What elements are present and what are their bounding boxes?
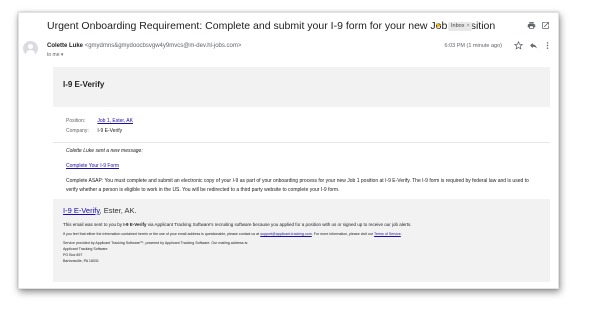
recipient-details[interactable]: to me ▾ [47,52,63,58]
card-title: I-9 E-Verify [63,80,105,89]
footer-company-link[interactable]: I-9 E-Verify [63,206,100,215]
footer-sent-notice: This email was sent to you by I-9 E-Veri… [63,221,540,229]
email-footer: I-9 E-Verify, Ester, AK. This email was … [53,199,550,282]
message-body: Complete ASAP: You must complete and sub… [66,178,529,193]
avatar-icon[interactable] [23,41,38,56]
company-value: I-9 E-Verify [97,128,123,134]
address-line: Bartonsville, PA 18031 [63,259,99,263]
open-in-new-window-icon[interactable] [541,21,550,30]
legal-middle: . For more information, please visit our [311,232,375,236]
footer-legal: If you feel that either the information … [63,231,540,238]
email-window: Urgent Onboarding Requirement: Complete … [18,12,559,289]
legal-prefix: If you feel that either the information … [63,232,261,236]
sender-name[interactable]: Colette Luke [47,43,83,49]
subject-row: Urgent Onboarding Requirement: Complete … [47,20,550,36]
job-info: Position: Job 1, Ester, AK Company: I-9 … [66,116,133,136]
message-intro: Colette Luke sent a new message: [66,148,143,154]
email-body-card: I-9 E-Verify Position: Job 1, Ester, AK … [53,67,550,282]
reply-icon[interactable] [529,41,538,50]
sent-notice-suffix: via Applicant Tracking Software's recrui… [146,222,412,227]
footer-title: I-9 E-Verify, Ester, AK. [63,206,540,216]
company-row: Company: I-9 E-Verify [66,126,133,136]
inbox-label-text: Inbox [451,23,465,29]
chevron-down-icon: ▾ [60,52,64,58]
complete-i9-link[interactable]: Complete Your I-9 Form [66,162,540,171]
footer-address: Service provided by Applicant Tracking S… [63,240,540,264]
position-link[interactable]: Job 1, Ester, AK [97,118,133,124]
sender-row: Colette Luke <gmydmns&gmydoocbsvgw4y9mvc… [23,41,552,67]
company-label: Company: [66,128,89,134]
card-header: I-9 E-Verify [53,67,550,107]
email-subject: Urgent Onboarding Requirement: Complete … [47,20,496,32]
sender-info: Colette Luke <gmydmns&gmydoocbsvgw4y9mvc… [47,43,241,49]
remove-label-icon[interactable]: × [466,23,469,29]
print-icon[interactable] [527,21,536,30]
footer-location: , Ester, AK. [99,206,137,215]
inbox-label-badge[interactable]: Inbox × [448,22,472,31]
label-important-icon[interactable]: ➤ [435,22,443,30]
terms-of-service-link[interactable]: Terms of Service [374,232,401,236]
sent-notice-prefix: This email was sent to you by [63,222,124,227]
position-label: Position: [66,118,86,124]
support-email-link[interactable]: support@applicant-tracking.com [260,232,312,236]
legal-end: . [400,232,402,236]
email-timestamp: 6:03 PM (1 minute ago) [444,43,502,49]
divider [53,142,550,143]
position-row: Position: Job 1, Ester, AK [66,116,133,126]
sender-email: <gmydmns&gmydoocbsvgw4y9mvcs@m-dev.hl-jo… [84,43,242,49]
recipient-text: to me [47,52,60,58]
message-content: Colette Luke sent a new message: Complet… [66,147,540,195]
more-vertical-icon[interactable] [543,41,552,50]
star-icon[interactable] [514,41,523,50]
sent-notice-company: I-9 E-Verify [123,222,147,227]
